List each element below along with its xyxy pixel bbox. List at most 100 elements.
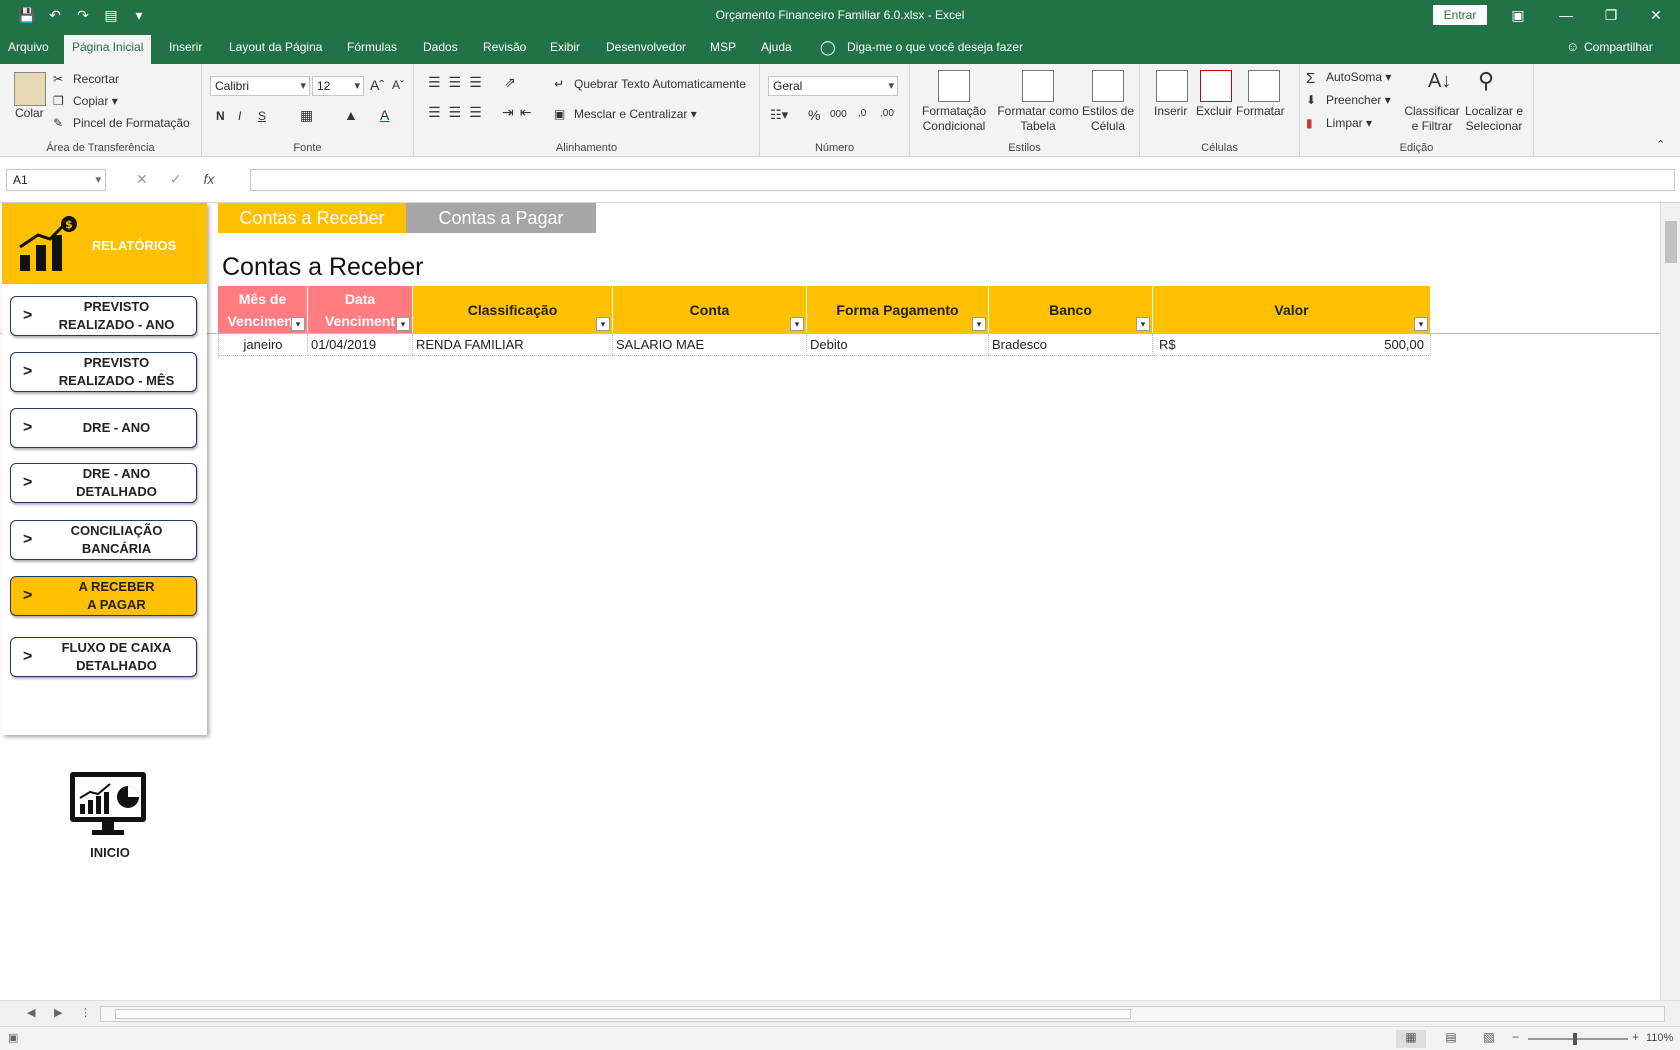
filter-dropdown-icon[interactable]: ▾ [1414, 317, 1428, 331]
nav-previsto-realizado-ano[interactable]: > PREVISTO REALIZADO - ANO [10, 296, 197, 336]
home-button[interactable]: INICIO [60, 770, 160, 865]
cell-conta[interactable]: SALARIO MAE [613, 334, 807, 356]
filter-dropdown-icon[interactable]: ▾ [972, 317, 986, 331]
tell-me-search[interactable]: Diga-me o que você deseja fazer [847, 40, 1023, 54]
next-sheet-icon[interactable]: ▶ [54, 1006, 62, 1019]
normal-view-icon[interactable]: ▦ [1396, 1030, 1426, 1048]
filter-dropdown-icon[interactable]: ▾ [596, 317, 610, 331]
fill-button[interactable]: ⬇ Preencher ▾ [1306, 93, 1391, 109]
filter-dropdown-icon[interactable]: ▾ [396, 317, 410, 331]
bold-button[interactable]: N [216, 109, 225, 123]
filter-dropdown-icon[interactable]: ▾ [1136, 317, 1150, 331]
zoom-level[interactable]: 110% [1646, 1032, 1673, 1044]
sort-filter-icon[interactable]: A↓ [1428, 70, 1451, 93]
filter-dropdown-icon[interactable]: ▾ [790, 317, 804, 331]
page-layout-view-icon[interactable]: ▤ [1436, 1030, 1466, 1048]
column-header-banco[interactable]: Banco ▾ [989, 286, 1153, 333]
tab-msp[interactable]: MSP [710, 40, 736, 54]
collapse-ribbon-icon[interactable]: ⌃ [1656, 138, 1665, 151]
merge-center-button[interactable]: ▣ Mesclar e Centralizar ▾ [554, 107, 697, 123]
enter-icon[interactable]: ✓ [170, 171, 182, 188]
format-as-table-icon[interactable] [1022, 70, 1054, 102]
macro-record-icon[interactable]: ▣ [8, 1031, 18, 1044]
conditional-format-icon[interactable] [938, 70, 970, 102]
format-painter-button[interactable]: ✎ Pincel de Formatação [53, 116, 190, 132]
insert-cells-button[interactable]: Inserir [1154, 104, 1187, 118]
cut-button[interactable]: ✂ Recortar [53, 72, 119, 88]
borders-icon[interactable]: ▦ [300, 107, 313, 124]
format-as-table-button[interactable]: Formatar como Tabela [994, 104, 1082, 134]
vertical-scroll-thumb[interactable] [1665, 221, 1677, 263]
tab-formulas[interactable]: Fórmulas [347, 40, 397, 54]
nav-previsto-realizado-mes[interactable]: > PREVISTO REALIZADO - MÊS [10, 352, 197, 392]
underline-button[interactable]: S [258, 109, 266, 123]
zoom-in-icon[interactable]: + [1632, 1030, 1639, 1044]
formula-input[interactable] [250, 169, 1675, 191]
vertical-scrollbar[interactable] [1660, 203, 1680, 1000]
cell-data[interactable]: 01/04/2019 [308, 334, 413, 356]
tab-inserir[interactable]: Inserir [169, 40, 202, 54]
nav-dre-ano[interactable]: > DRE - ANO [10, 408, 197, 448]
fill-color-icon[interactable]: ▲ [344, 107, 358, 123]
percent-icon[interactable]: % [808, 107, 820, 123]
italic-button[interactable]: I [238, 109, 241, 123]
tab-desenvolvedor[interactable]: Desenvolvedor [606, 40, 686, 54]
decrease-decimal-icon[interactable]: ,00 [880, 108, 894, 119]
cell-styles-icon[interactable] [1092, 70, 1124, 102]
close-icon[interactable]: ✕ [1646, 7, 1666, 24]
column-header-forma-pagamento[interactable]: Forma Pagamento ▾ [807, 286, 989, 333]
sign-in-button[interactable]: Entrar [1433, 5, 1487, 25]
font-size-select[interactable]: 12 [312, 76, 364, 96]
cell-classificacao[interactable]: RENDA FAMILIAR [413, 334, 613, 356]
insert-function-button[interactable]: fx [203, 171, 214, 188]
ribbon-display-icon[interactable]: ▣ [1508, 7, 1528, 24]
insert-cells-icon[interactable] [1156, 70, 1188, 102]
tab-exibir[interactable]: Exibir [550, 40, 580, 54]
nav-fluxo-caixa-detalhado[interactable]: > FLUXO DE CAIXA DETALHADO [10, 637, 197, 677]
column-header-classificacao[interactable]: Classificação ▾ [413, 286, 613, 333]
magnifier-icon[interactable]: ⚲ [1478, 68, 1494, 94]
cell-styles-button[interactable]: Estilos de Célula [1080, 104, 1136, 134]
find-select-button[interactable]: Localizar e Selecionar [1462, 104, 1526, 134]
column-header-valor[interactable]: Valor ▾ [1153, 286, 1431, 333]
horizontal-align-icons[interactable]: ☰☰☰ [428, 104, 490, 121]
indent-icons[interactable]: ⇥⇤ [502, 104, 537, 121]
cell-valor[interactable]: R$ 500,00 [1153, 334, 1431, 356]
grow-font-icon[interactable]: Aˆ [370, 77, 384, 93]
number-format-select[interactable]: Geral [768, 76, 898, 96]
prev-sheet-icon[interactable]: ◀ [27, 1006, 35, 1019]
sort-filter-button[interactable]: Classificar e Filtrar [1400, 104, 1464, 134]
column-header-data[interactable]: Data Venciment ▾ [308, 286, 413, 333]
column-header-conta[interactable]: Conta ▾ [613, 286, 807, 333]
column-header-mes[interactable]: Mês de Venciment ▾ [218, 286, 308, 333]
page-break-view-icon[interactable]: ▧ [1474, 1030, 1504, 1048]
name-box[interactable]: A1 [6, 169, 106, 191]
tab-layout[interactable]: Layout da Página [229, 40, 322, 54]
font-color-icon[interactable]: A [380, 107, 389, 123]
minimize-icon[interactable]: — [1556, 7, 1576, 23]
copy-button[interactable]: ❐ Copiar ▾ [53, 94, 118, 110]
zoom-out-icon[interactable]: − [1512, 1030, 1519, 1044]
cell-banco[interactable]: Bradesco [989, 334, 1153, 356]
vertical-align-icons[interactable]: ☰☰☰ [428, 74, 490, 91]
tab-pagina-inicial[interactable]: Página Inicial [64, 35, 152, 64]
shrink-font-icon[interactable]: Aˇ [392, 78, 404, 92]
tab-ajuda[interactable]: Ajuda [761, 40, 792, 54]
paste-button[interactable]: Colar [15, 106, 44, 120]
clear-button[interactable]: ▮ Limpar ▾ [1306, 116, 1372, 132]
nav-dre-ano-detalhado[interactable]: > DRE - ANO DETALHADO [10, 463, 197, 503]
delete-cells-icon[interactable] [1200, 70, 1232, 102]
format-cells-button[interactable]: Formatar [1236, 104, 1285, 118]
orientation-icon[interactable]: ⇗ [504, 74, 516, 91]
horizontal-scroll-thumb[interactable] [115, 1009, 1131, 1019]
nav-a-receber-a-pagar[interactable]: > A RECEBER A PAGAR [10, 576, 197, 616]
delete-cells-button[interactable]: Excluir [1196, 104, 1232, 118]
zoom-slider-knob[interactable] [1573, 1033, 1577, 1045]
share-button[interactable]: Compartilhar [1584, 40, 1653, 54]
restore-icon[interactable]: ❐ [1601, 7, 1621, 24]
comma-style-icon[interactable]: 000 [830, 109, 847, 120]
increase-decimal-icon[interactable]: ,0 [858, 108, 866, 119]
cell-forma-pagamento[interactable]: Debito [807, 334, 989, 356]
tab-dados[interactable]: Dados [423, 40, 458, 54]
paste-icon[interactable] [14, 72, 46, 106]
